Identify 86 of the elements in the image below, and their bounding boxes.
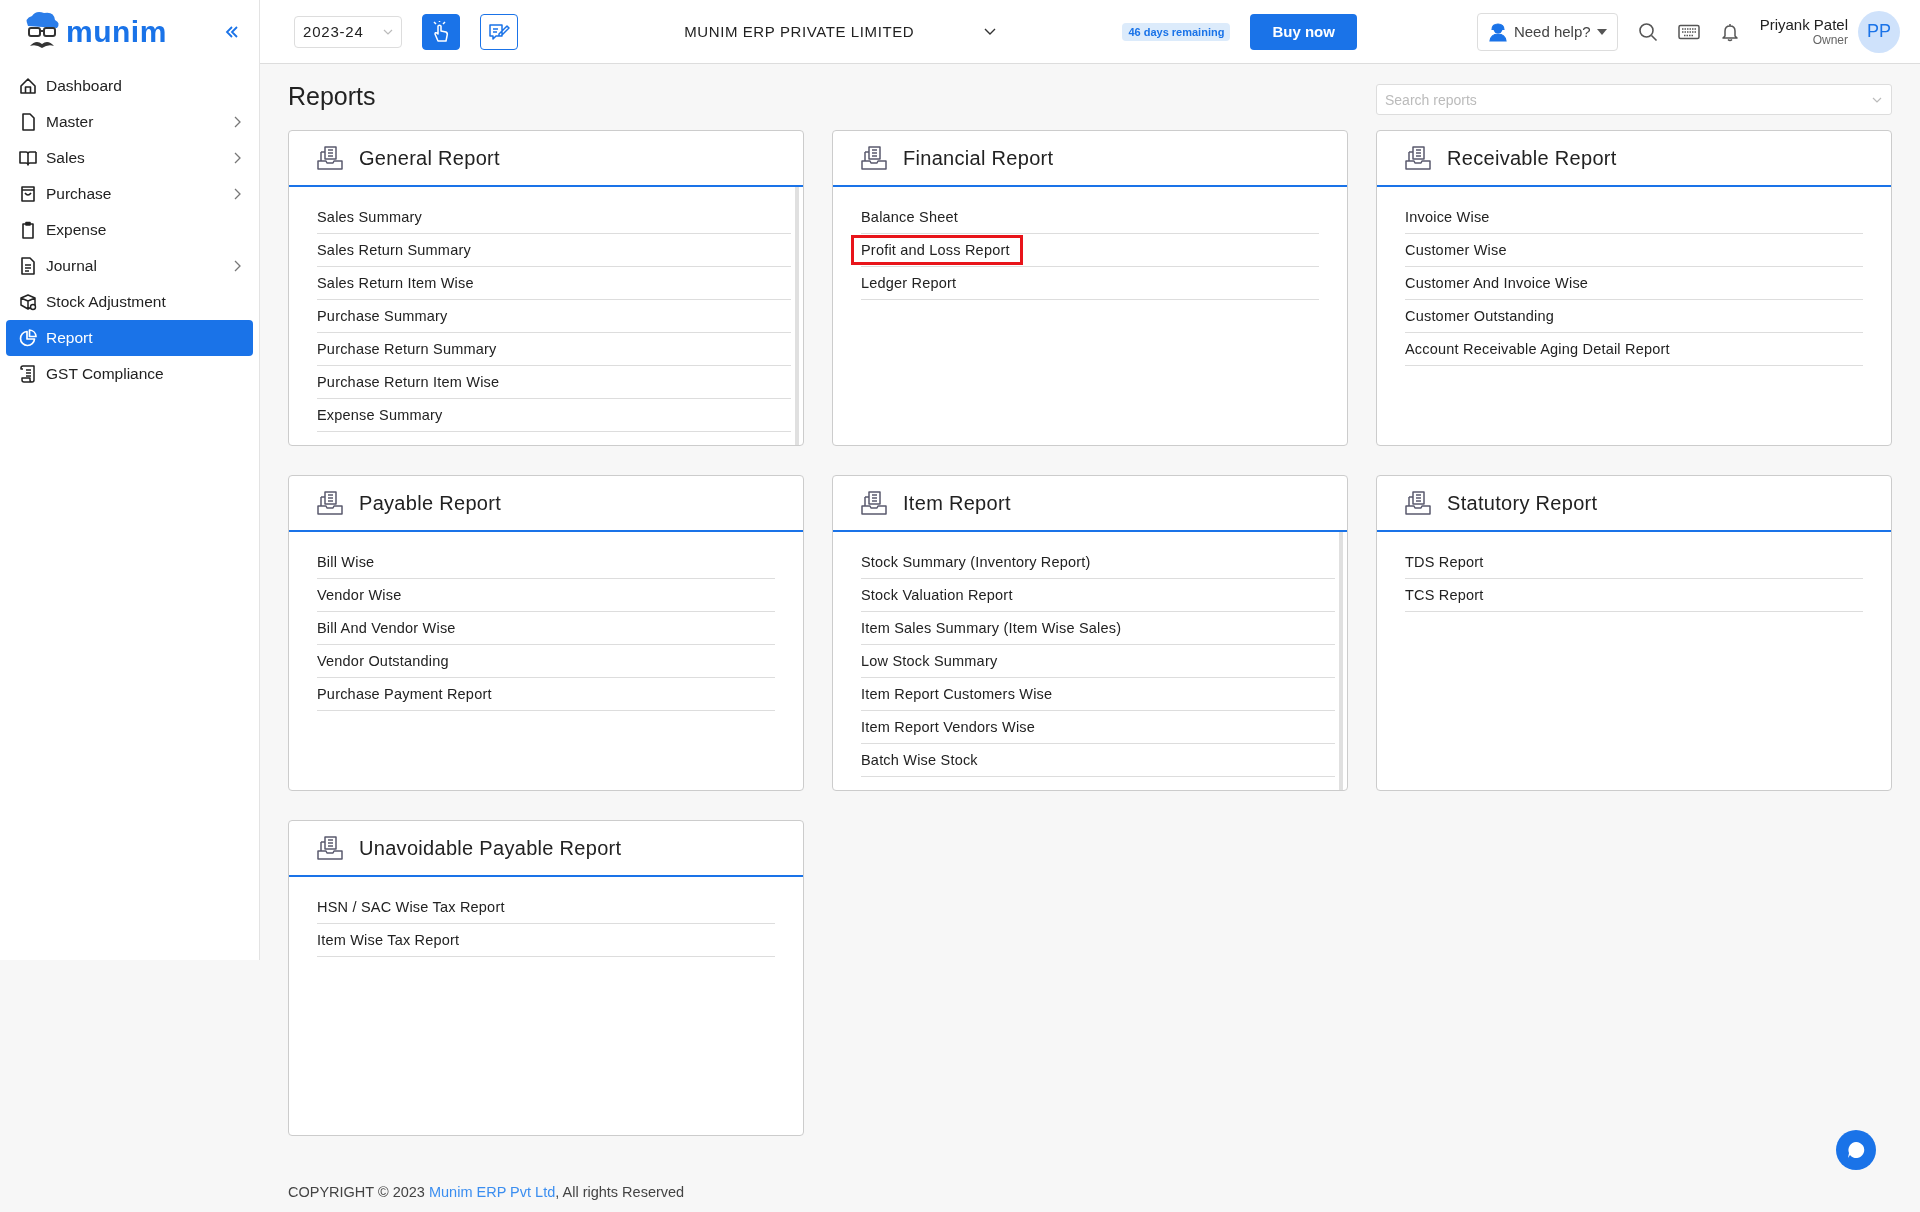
report-link[interactable]: Batch Wise Stock: [851, 745, 991, 775]
sidebar-item[interactable]: GST Compliance: [6, 356, 253, 392]
keyboard-icon[interactable]: [1677, 23, 1700, 40]
copyright-text: COPYRIGHT © 2023 Munim ERP Pvt Ltd, All rights Reserved: [288, 1184, 686, 1202]
report-link[interactable]: Customer And Invoice Wise: [1395, 268, 1602, 298]
report-tray-icon: [861, 490, 887, 516]
speech-bubble-icon: [1846, 1140, 1866, 1160]
report-link[interactable]: Customer Wise: [1395, 235, 1520, 265]
card-title: Item Report: [903, 491, 1011, 515]
report-tray-icon: [1405, 490, 1431, 516]
report-link[interactable]: Stock Valuation Report: [851, 580, 1026, 610]
report-link[interactable]: Customer Outstanding: [1395, 301, 1568, 331]
company-name[interactable]: MUNIM ERP PRIVATE LIMITED: [684, 23, 915, 40]
bag-icon: [18, 184, 38, 204]
report-link[interactable]: Purchase Payment Report: [307, 679, 505, 709]
search-icon[interactable]: [1637, 21, 1658, 42]
report-link[interactable]: Item Wise Tax Report: [307, 925, 473, 955]
logo-text: munim: [66, 15, 167, 49]
sidebar-item[interactable]: Master: [6, 104, 253, 140]
sidebar-item[interactable]: Purchase: [6, 176, 253, 212]
report-link[interactable]: Sales Summary: [307, 202, 435, 232]
note-edit-button[interactable]: [480, 13, 518, 50]
sidebar-item[interactable]: Sales: [6, 140, 253, 176]
card-title: Receivable Report: [1447, 146, 1617, 170]
tap-hand-button[interactable]: [422, 13, 460, 50]
report-link[interactable]: TDS Report: [1395, 547, 1497, 577]
user-role: Owner: [1812, 33, 1848, 47]
search-field[interactable]: Search reports: [1376, 84, 1892, 115]
financial-year-dropdown[interactable]: 2023-24: [294, 15, 402, 48]
report-link[interactable]: Account Receivable Aging Detail Report: [1395, 334, 1683, 364]
pointing-hand-icon: [431, 20, 451, 43]
report-link[interactable]: Stock Summary (Inventory Report): [851, 547, 1104, 577]
report-tray-icon: [1405, 145, 1431, 171]
report-link[interactable]: Balance Sheet: [851, 202, 971, 232]
report-link[interactable]: Item Report Customers Wise: [851, 679, 1066, 709]
notification-bell-icon[interactable]: [1719, 21, 1740, 42]
chevron-down-icon[interactable]: [984, 27, 997, 36]
report-link[interactable]: Sales Return Summary: [307, 235, 484, 265]
caret-down-icon: [1596, 28, 1607, 35]
report-tray-icon: [861, 145, 887, 171]
trial-days-badge: 46 days remaining: [1122, 22, 1231, 41]
report-link[interactable]: Invoice Wise: [1395, 202, 1503, 232]
report-link[interactable]: Purchase Summary: [307, 301, 461, 331]
sidebar-item[interactable]: Report: [6, 320, 253, 356]
report-link[interactable]: TCS Report: [1395, 580, 1497, 610]
user-name: Priyank Patel: [1759, 16, 1848, 33]
report-link[interactable]: Low Stock Summary: [851, 646, 1011, 676]
support-agent-icon: [1487, 21, 1508, 42]
report-link[interactable]: Purchase Return Summary: [307, 334, 510, 364]
report-link[interactable]: Item Report Vendors Wise: [851, 712, 1049, 742]
box-icon: [18, 292, 38, 312]
sidebar-item[interactable]: Dashboard: [6, 68, 253, 104]
need-help-button[interactable]: Need help?: [1476, 12, 1618, 51]
report-link[interactable]: Profit and Loss Report: [851, 235, 1023, 265]
report-link[interactable]: Bill And Vendor Wise: [307, 613, 469, 643]
report-link[interactable]: Bill Wise: [307, 547, 388, 577]
document-icon: [18, 256, 38, 276]
open-book-icon: [18, 148, 38, 168]
pie-chart-icon: [18, 328, 38, 348]
buy-now-button[interactable]: Buy now: [1250, 13, 1357, 50]
report-tray-icon: [317, 145, 343, 171]
sidebar-item[interactable]: Expense: [6, 212, 253, 248]
chevron-down-icon: [383, 28, 393, 35]
report-link[interactable]: Ledger Report: [851, 268, 970, 298]
chevron-down-icon: [1872, 97, 1882, 103]
card-title: Financial Report: [903, 146, 1054, 170]
card-title: Payable Report: [359, 491, 502, 515]
card-title: Unavoidable Payable Report: [359, 836, 622, 860]
report-tray-icon: [317, 490, 343, 516]
scroll-icon: [18, 364, 38, 384]
report-link[interactable]: Purchase Return Item Wise: [307, 367, 513, 397]
house-icon: [18, 76, 38, 96]
report-link[interactable]: Item Sales Summary (Item Wise Sales): [851, 613, 1135, 643]
report-link[interactable]: HSN / SAC Wise Tax Report: [307, 892, 518, 922]
chat-button[interactable]: [1836, 1130, 1876, 1170]
note-pen-icon: [488, 21, 510, 42]
report-link[interactable]: Sales Return Item Wise: [307, 268, 487, 298]
card-title: Statutory Report: [1447, 491, 1598, 515]
page-title: Reports: [288, 82, 376, 111]
report-link[interactable]: Expense Summary: [307, 400, 456, 430]
sidebar-item[interactable]: Stock Adjustment: [6, 284, 253, 320]
report-link[interactable]: Vendor Wise: [307, 580, 415, 610]
report-link[interactable]: Vendor Outstanding: [307, 646, 462, 676]
report-tray-icon: [317, 835, 343, 861]
sidebar-item[interactable]: Journal: [6, 248, 253, 284]
card-title: General Report: [359, 146, 500, 170]
